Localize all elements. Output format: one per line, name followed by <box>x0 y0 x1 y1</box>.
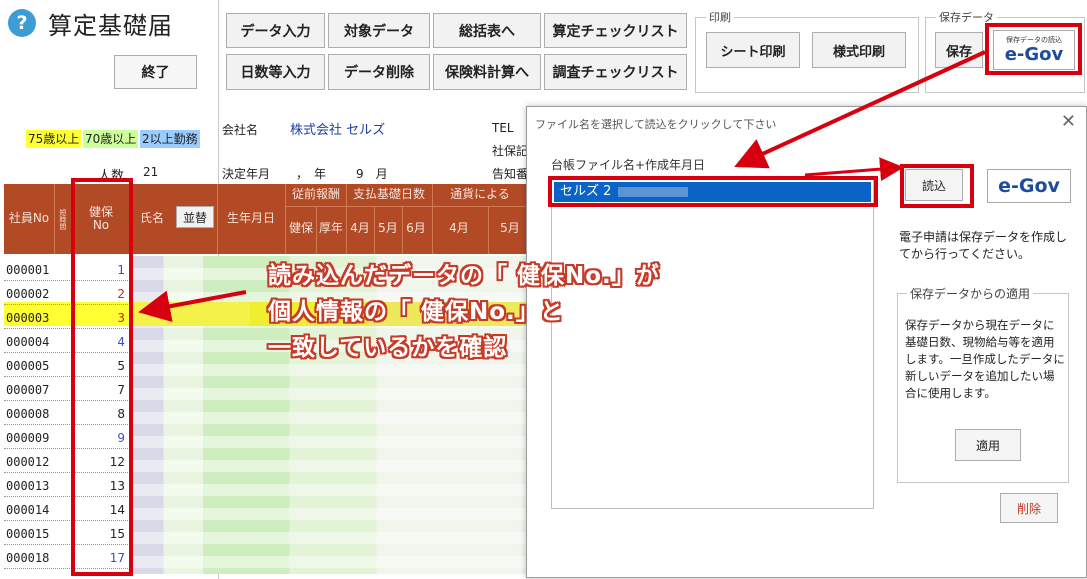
annotation-line-1: 読み込んだデータの「 健保No.」が <box>268 263 660 289</box>
annotation-line-3: 一致しているかを確認 <box>268 335 508 361</box>
annotation-text: 読み込んだデータの「 健保No.」が 個人情報の「 健保No.」と 一致している… <box>268 258 660 366</box>
annotation-line-2: 個人情報の「 健保No.」と <box>268 299 564 325</box>
arrow-to-health-no <box>138 290 247 323</box>
arrow-egov-to-list <box>734 50 986 169</box>
arrow-list-to-load <box>804 157 904 182</box>
